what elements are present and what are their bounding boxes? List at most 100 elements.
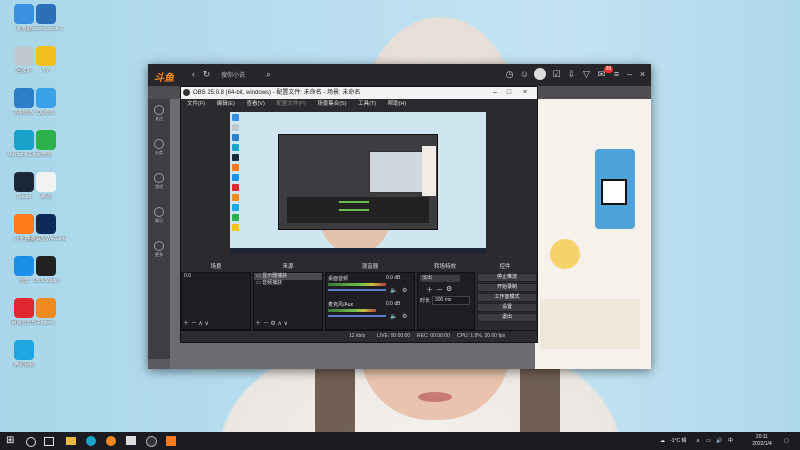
minimize-icon[interactable]: – — [624, 69, 635, 80]
stop-streaming-button[interactable]: 停止推流 — [477, 273, 537, 282]
scene-up-icon[interactable]: ∧ — [198, 321, 202, 327]
studio-mode-button[interactable]: 工作室模式 — [477, 293, 537, 302]
content-bottom-area — [170, 339, 535, 369]
back-icon[interactable]: ‹ — [188, 69, 199, 80]
mixer-mic-gear-icon[interactable]: ⚙ — [402, 313, 407, 320]
source-settings-icon[interactable]: ⚙ — [270, 321, 275, 327]
ime-indicator[interactable]: 中 — [728, 432, 733, 450]
system-clock[interactable]: 20:11 2022/1/4 — [747, 434, 777, 448]
douyu-logo[interactable]: 斗鱼 — [154, 69, 178, 84]
menu-help[interactable]: 帮助(H) — [388, 101, 407, 107]
remove-transition-icon[interactable]: － — [436, 285, 443, 295]
search-icon[interactable] — [26, 437, 36, 447]
download-icon[interactable]: ⇩ — [566, 69, 577, 80]
search-icon[interactable]: ⌕ — [263, 69, 274, 80]
obs-minimize-icon[interactable]: – — [489, 87, 501, 99]
desktop-icon[interactable]: 腾讯 — [26, 172, 66, 200]
obs-preview[interactable] — [230, 112, 486, 254]
weather-text[interactable]: -1°C 晴 — [670, 432, 686, 450]
obs-titlebar[interactable]: OBS 25.0.8 (64-bit, windows) - 配置文件: 未命名… — [181, 87, 537, 99]
desktop-icon[interactable]: QQ游戏 — [26, 88, 66, 116]
mixer-desktop-db: 0.0 dB — [386, 275, 401, 281]
app-icon — [36, 4, 56, 24]
remove-source-icon[interactable]: － — [263, 321, 269, 327]
close-icon[interactable]: × — [637, 69, 648, 80]
sidebar-item-follow[interactable]: 关注 — [148, 105, 170, 133]
refresh-icon[interactable]: ↻ — [201, 69, 212, 80]
source-down-icon[interactable]: ∨ — [284, 321, 288, 327]
task-icon[interactable]: ☑ — [551, 69, 562, 80]
add-scene-icon[interactable]: ＋ — [183, 321, 189, 327]
shirt-icon[interactable]: ▽ — [581, 69, 592, 80]
mixer-mic-speaker-icon[interactable]: 🔈 — [390, 313, 397, 320]
desktop-icon-label: 腾讯视频 — [13, 362, 34, 368]
desktop-icon[interactable]: SteamSpeak 3 — [26, 4, 66, 32]
scene-down-icon[interactable]: ∨ — [204, 321, 208, 327]
app-icon — [36, 46, 56, 66]
sidebar-item-game[interactable]: 游戏 — [148, 173, 170, 201]
desktop-icon[interactable]: 微信 — [26, 130, 66, 158]
history-icon[interactable]: ◷ — [504, 69, 515, 80]
menu-tools[interactable]: 工具(T) — [358, 101, 376, 107]
source-item-display[interactable]: ▭ 显示器捕获 — [254, 273, 322, 280]
obs-maximize-icon[interactable]: □ — [503, 87, 515, 99]
menu-edit[interactable]: 编辑(E) — [217, 101, 235, 107]
browser-titlebar[interactable]: 斗鱼 ‹ ↻ 搜你小说 ⌕ ◷ ☺ ☑ ⇩ ▽ ✉ 99 ≡ – × — [148, 64, 651, 86]
window-icon[interactable] — [126, 436, 136, 445]
menu-icon[interactable]: ≡ — [611, 69, 622, 80]
duration-input[interactable]: 300 ms — [432, 296, 470, 305]
tray-expand-icon[interactable]: ∧ — [696, 432, 700, 450]
desktop-icon[interactable]: 英雄联盟WeGame — [26, 214, 66, 242]
sidebar-item-entertainment[interactable]: 娱乐 — [148, 207, 170, 235]
task-view-icon[interactable] — [44, 437, 54, 446]
desktop-icon[interactable]: 腾讯视频 — [4, 340, 44, 368]
obs-window[interactable]: OBS 25.0.8 (64-bit, windows) - 配置文件: 未命名… — [180, 86, 538, 343]
mixer-desktop-gear-icon[interactable]: ⚙ — [402, 287, 407, 294]
desktop-icon[interactable]: YY — [26, 46, 66, 74]
source-item-audio[interactable]: ▭ 音频捕获 — [254, 280, 322, 287]
add-source-icon[interactable]: ＋ — [255, 321, 261, 327]
sidebar-item-more[interactable]: 更多 — [148, 241, 170, 269]
scene-item[interactable]: 0.0 — [182, 273, 250, 280]
volume-icon[interactable]: 🔊 — [716, 432, 722, 450]
exit-button[interactable]: 退出 — [477, 313, 537, 322]
browser-icon[interactable] — [106, 436, 116, 446]
desktop-icon[interactable]: OBS Studio — [26, 256, 66, 284]
desktop-icon[interactable]: Edgeerl — [26, 298, 66, 326]
menu-file[interactable]: 文件(F) — [187, 101, 205, 107]
menu-scene-collection[interactable]: 场景集合(S) — [317, 101, 346, 107]
avatar[interactable] — [534, 68, 546, 80]
mixer-mic-slider[interactable] — [328, 315, 386, 317]
transition-select[interactable]: 淡出 — [420, 275, 460, 282]
menu-profile[interactable]: 配置文件(P) — [276, 101, 305, 107]
sidebar-item-category[interactable]: 分类 — [148, 139, 170, 167]
user-icon[interactable]: ☺ — [519, 69, 530, 80]
obs-close-icon[interactable]: × — [519, 87, 531, 99]
address-bar[interactable]: 搜你小说 — [221, 70, 245, 79]
source-up-icon[interactable]: ∧ — [277, 321, 281, 327]
notification-icon[interactable]: ▢ — [784, 432, 789, 450]
add-transition-icon[interactable]: ＋ — [426, 285, 433, 295]
mixer-desktop-speaker-icon[interactable]: 🔈 — [390, 287, 397, 294]
rec-status: REC: 00:00:00 — [417, 333, 450, 339]
weather-icon[interactable]: ☁ — [660, 432, 665, 450]
chat-panel[interactable] — [535, 99, 651, 369]
start-icon[interactable]: ⊞ — [6, 435, 18, 447]
remove-scene-icon[interactable]: － — [191, 321, 197, 327]
mixer-mic-label: 麦克风/Aux — [328, 302, 354, 308]
chat-messages — [540, 299, 640, 349]
douyu-taskbar-icon[interactable] — [166, 436, 176, 446]
start-recording-button[interactable]: 开始录制 — [477, 283, 537, 292]
file-explorer-icon[interactable] — [66, 437, 76, 445]
obs-taskbar-icon[interactable] — [146, 436, 157, 447]
transition-gear-icon[interactable]: ⚙ — [446, 285, 452, 293]
menu-view[interactable]: 查看(V) — [246, 101, 264, 107]
edge-icon[interactable] — [86, 436, 96, 446]
scenes-dock-title: 场景 — [210, 264, 222, 270]
mixer-desktop-slider[interactable] — [328, 289, 386, 291]
qr-code-icon — [601, 179, 627, 205]
desktop-icon-label: 腾讯 — [40, 194, 51, 200]
settings-button[interactable]: 设置 — [477, 303, 537, 312]
network-icon[interactable]: ▭ — [706, 432, 711, 450]
desktop-icon-label: YY — [42, 68, 50, 74]
